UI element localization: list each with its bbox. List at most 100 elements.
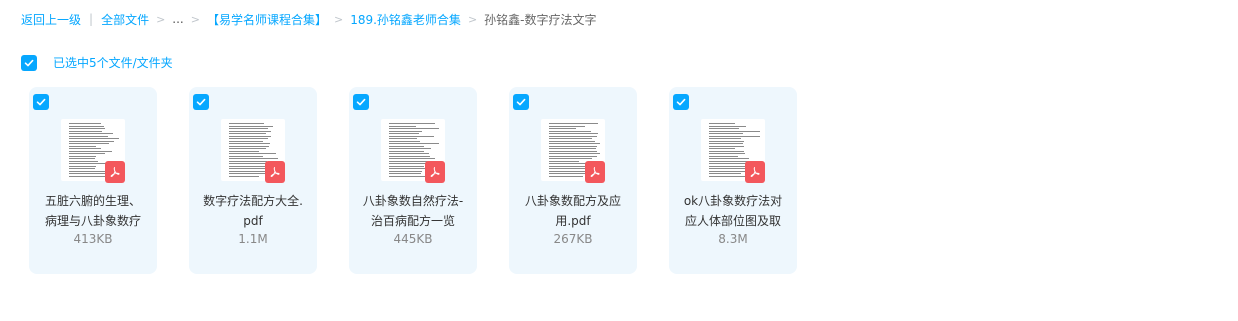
file-size: 8.3M <box>718 232 748 246</box>
thumbnail-text-line <box>229 138 268 139</box>
thumbnail-text-line <box>389 148 431 149</box>
thumbnail-text-line <box>69 165 96 167</box>
thumbnail-text-line <box>229 143 270 144</box>
thumbnail-text-line <box>229 153 276 154</box>
thumbnail-text-line <box>229 148 266 149</box>
check-icon <box>196 98 206 106</box>
back-link[interactable]: 返回上一级 <box>21 11 81 28</box>
thumbnail-text-line <box>69 153 105 154</box>
thumbnail-text-line <box>549 148 596 149</box>
thumbnail-text-line <box>389 125 416 127</box>
file-checkbox[interactable] <box>673 94 689 110</box>
thumbnail-text-line <box>709 160 748 162</box>
pdf-icon <box>585 161 605 183</box>
thumbnail-text-line <box>229 128 268 129</box>
thumbnail-text-line <box>69 158 95 159</box>
thumbnail-text-line <box>69 175 110 177</box>
select-all-checkbox[interactable] <box>21 54 37 71</box>
thumbnail-text-line <box>229 150 259 152</box>
file-name-line: 应人体部位图及取 <box>684 214 781 228</box>
crumb-all-files[interactable]: 全部文件 <box>101 11 149 28</box>
thumbnail-text-line <box>389 155 430 157</box>
thumbnail-text-line <box>389 165 424 167</box>
thumbnail-text-line <box>389 173 421 174</box>
breadcrumb-divider: | <box>89 12 94 26</box>
thumbnail-text-line <box>709 128 739 129</box>
thumbnail-text-line <box>229 173 270 174</box>
chevron-right-icon: > <box>467 12 478 26</box>
thumbnail-text-line <box>709 125 746 127</box>
thumbnail-text-line <box>549 140 595 142</box>
file-checkbox[interactable] <box>513 94 529 110</box>
thumbnail-text-line <box>69 133 113 134</box>
thumbnail-text-line <box>229 165 269 167</box>
thumbnail-text-line <box>549 145 597 147</box>
thumbnail-text-line <box>69 140 114 142</box>
thumbnail-text-line <box>549 135 597 137</box>
file-checkbox[interactable] <box>33 94 49 110</box>
thumbnail-text-line <box>389 128 439 129</box>
thumbnail-text-line <box>709 140 744 142</box>
chevron-right-icon: > <box>156 12 166 26</box>
crumb-folder-course-collection[interactable]: 【易学名师课程合集】 <box>207 11 327 28</box>
file-name: ok八卦象数疗法对 应人体部位图及取 <box>677 191 789 231</box>
thumbnail-text-line <box>69 128 105 129</box>
file-name: 数字疗法配方大全. pdf <box>197 191 309 231</box>
file-checkbox[interactable] <box>353 94 369 110</box>
thumbnail-text-line <box>229 155 263 157</box>
thumbnail-text-line <box>709 153 745 154</box>
thumbnail-text-line <box>69 135 108 137</box>
thumbnail-text-line <box>549 170 585 172</box>
thumbnail-text-line <box>389 138 417 139</box>
breadcrumb: 返回上一级 | 全部文件 > ... > 【易学名师课程合集】 > 189.孙铭… <box>21 10 597 28</box>
file-card[interactable]: 八卦象数配方及应 用.pdf 267KB <box>509 87 637 274</box>
thumbnail-text-line <box>229 125 273 127</box>
thumbnail-text-line <box>229 175 259 177</box>
thumbnail-text-line <box>69 130 102 132</box>
thumbnail-text-line <box>709 145 744 147</box>
file-card[interactable]: 八卦象数自然疗法- 治百病配方一览 445KB <box>349 87 477 274</box>
check-icon <box>676 98 686 106</box>
file-name: 八卦象数配方及应 用.pdf <box>517 191 629 231</box>
file-name-line: 八卦象数自然疗法- <box>362 194 464 208</box>
pdf-icon <box>425 161 445 183</box>
crumb-folder-teacher-collection[interactable]: 189.孙铭鑫老师合集 <box>350 11 461 28</box>
thumbnail-text-line <box>389 130 422 132</box>
file-name-line: 病理与八卦象数疗 <box>44 214 141 228</box>
thumbnail-text-line <box>389 140 420 142</box>
thumbnail-text-line <box>389 153 429 154</box>
thumbnail-text-line <box>549 125 585 127</box>
thumbnail-text-line <box>709 143 743 144</box>
file-size: 267KB <box>553 232 593 246</box>
file-card[interactable]: 五脏六腑的生理、 病理与八卦象数疗 413KB <box>29 87 157 274</box>
crumb-current-folder: 孙铭鑫-数字疗法文字 <box>484 12 597 27</box>
thumbnail-text-line <box>389 135 434 137</box>
thumbnail-text-line <box>69 150 112 152</box>
thumbnail-text-line <box>709 170 748 172</box>
file-size: 1.1M <box>238 232 268 246</box>
file-card[interactable]: ok八卦象数疗法对 应人体部位图及取 8.3M <box>669 87 797 274</box>
thumbnail-text-line <box>69 168 95 169</box>
file-name: 五脏六腑的生理、 病理与八卦象数疗 <box>37 191 149 231</box>
file-grid: 五脏六腑的生理、 病理与八卦象数疗 413KB 数字疗法配方大全. pdf 1.… <box>29 87 797 274</box>
thumbnail-text-line <box>709 130 760 132</box>
thumbnail-text-line <box>549 153 600 154</box>
file-card[interactable]: 数字疗法配方大全. pdf 1.1M <box>189 87 317 274</box>
thumbnail-text-line <box>69 155 96 157</box>
check-icon <box>24 59 34 66</box>
thumbnail-text-line <box>709 133 743 134</box>
thumbnail-text-line <box>69 138 119 139</box>
thumbnail-text-line <box>389 133 419 134</box>
thumbnail-text-line <box>69 160 98 162</box>
file-checkbox[interactable] <box>193 94 209 110</box>
thumbnail-text-line <box>389 158 435 159</box>
thumbnail-text-line <box>229 140 263 142</box>
thumbnail-text-line <box>229 123 264 124</box>
thumbnail-text-line <box>709 150 744 152</box>
thumbnail-text-line <box>549 130 591 132</box>
pdf-icon <box>265 161 285 183</box>
thumbnail-text-line <box>709 158 749 159</box>
crumb-ellipsis[interactable]: ... <box>172 12 183 26</box>
thumbnail-text-line <box>229 133 266 134</box>
thumbnail-text-line <box>69 145 96 147</box>
